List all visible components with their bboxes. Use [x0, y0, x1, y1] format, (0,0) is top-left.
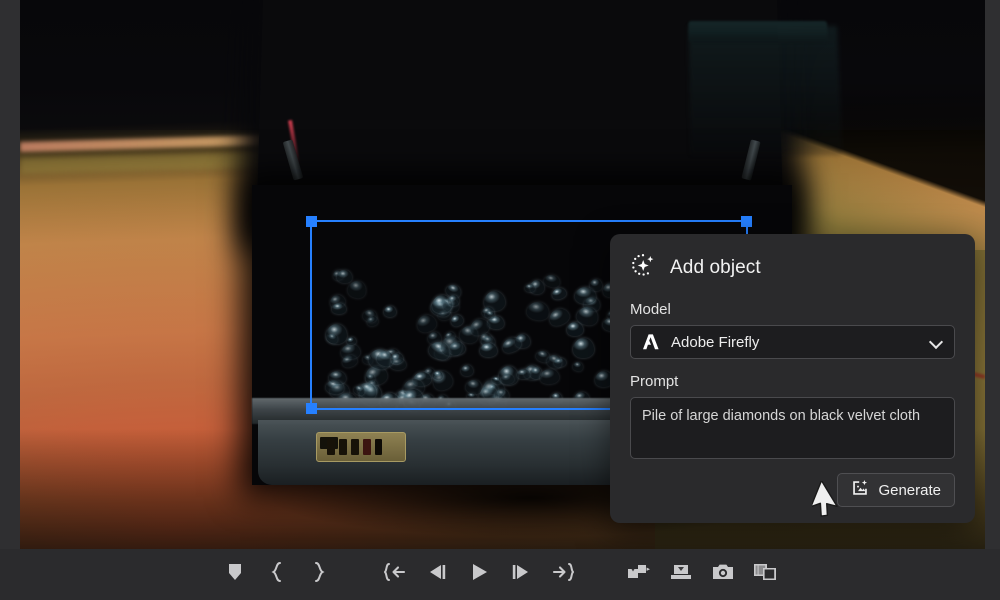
selection-handle-bottom-left[interactable] [306, 403, 317, 414]
combination-lock [316, 432, 406, 462]
panel-actions: Generate [630, 473, 955, 507]
play-icon [469, 562, 489, 587]
mark-out-button[interactable] [298, 557, 340, 593]
overwrite-edit-icon [670, 563, 692, 586]
brace-left-icon [270, 562, 284, 587]
insert-edit-button[interactable] [618, 557, 660, 593]
marker-button[interactable] [214, 557, 256, 593]
model-value: Adobe Firefly [671, 333, 760, 351]
brace-arrow-left-icon [383, 562, 406, 587]
insert-edit-icon [627, 563, 651, 586]
playback-toolbar [0, 549, 1000, 600]
export-frame-button[interactable] [702, 557, 744, 593]
step-back-button[interactable] [416, 557, 458, 593]
go-to-in-button[interactable] [374, 557, 416, 593]
generate-button-label: Generate [878, 481, 941, 499]
generate-sparkle-image-icon [851, 479, 869, 501]
sparkle-circle-icon [630, 252, 656, 283]
model-label: Model [630, 301, 671, 318]
step-back-icon [427, 563, 447, 586]
comparison-button[interactable] [744, 557, 786, 593]
selection-handle-top-right[interactable] [741, 216, 752, 227]
prompt-input[interactable]: Pile of large diamonds on black velvet c… [630, 397, 955, 459]
marker-shield-icon [227, 563, 243, 586]
brace-arrow-right-icon [552, 562, 575, 587]
lid-inner-panel [688, 25, 842, 156]
mark-in-button[interactable] [256, 557, 298, 593]
camera-icon [712, 563, 734, 586]
lock-dials [327, 439, 382, 455]
play-button[interactable] [458, 557, 500, 593]
generate-button[interactable]: Generate [837, 473, 955, 507]
prompt-label: Prompt [630, 373, 679, 390]
adobe-firefly-icon [641, 332, 661, 352]
add-object-panel: Add object Model Adobe Firefly Prompt Pi… [610, 234, 975, 523]
right-rail [985, 0, 1000, 552]
panel-header: Add object [630, 252, 955, 283]
lid-pocket [688, 21, 828, 43]
comparison-view-icon [753, 563, 777, 586]
step-forward-button[interactable] [500, 557, 542, 593]
video-preview[interactable]: Add object Model Adobe Firefly Prompt Pi… [20, 0, 985, 549]
step-forward-icon [511, 563, 531, 586]
overwrite-button[interactable] [660, 557, 702, 593]
go-to-out-button[interactable] [542, 557, 584, 593]
panel-title: Add object [670, 256, 761, 278]
app-window: Add object Model Adobe Firefly Prompt Pi… [0, 0, 1000, 600]
selection-handle-top-left[interactable] [306, 216, 317, 227]
brace-right-icon [312, 562, 326, 587]
field-spacer [630, 359, 955, 373]
left-rail [0, 0, 20, 552]
model-select[interactable]: Adobe Firefly [630, 325, 955, 359]
chevron-down-icon[interactable] [930, 335, 944, 349]
